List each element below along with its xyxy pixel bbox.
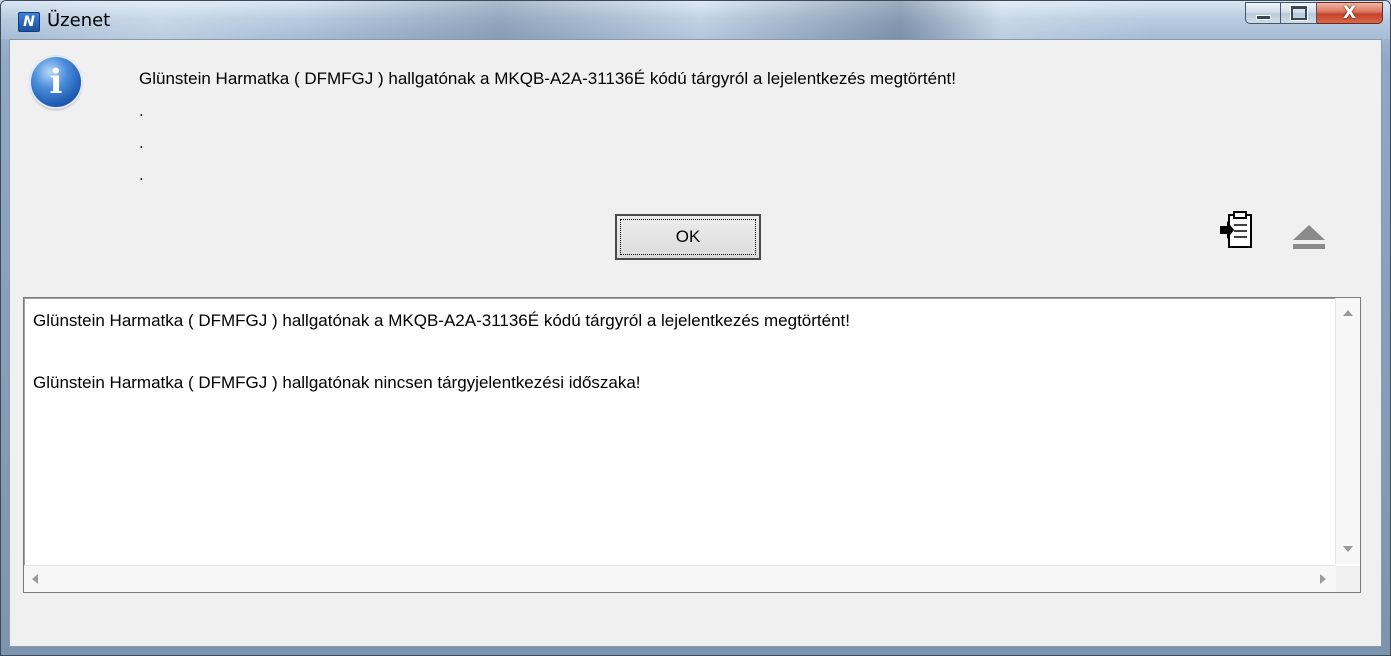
message-text: Glünstein Harmatka ( DFMFGJ ) hallgatóna… [139,63,956,191]
message-line: . [139,133,144,152]
info-icon: i [31,57,81,107]
ok-button[interactable]: OK [615,214,761,260]
log-line: Glünstein Harmatka ( DFMFGJ ) hallgatóna… [33,311,850,330]
scrollbar-corner [1336,566,1360,592]
caption-buttons: X [1245,2,1383,24]
scroll-right-icon[interactable] [1320,574,1326,584]
message-line: Glünstein Harmatka ( DFMFGJ ) hallgatóna… [139,69,956,88]
message-dialog: N Üzenet X i Glünstein Harmatka ( DFMFGJ… [0,0,1391,656]
app-icon: N [18,12,40,32]
window-title: Üzenet [47,10,111,31]
message-line: . [139,165,144,184]
horizontal-scrollbar[interactable] [24,565,1336,592]
close-button[interactable]: X [1317,2,1383,24]
scroll-up-icon[interactable] [1343,310,1353,316]
message-log[interactable]: Glünstein Harmatka ( DFMFGJ ) hallgatóna… [23,297,1361,593]
minimize-icon [1255,14,1271,20]
ok-button-label: OK [620,219,756,255]
minimize-button[interactable] [1245,2,1281,24]
message-line: . [139,101,144,120]
maximize-button[interactable] [1281,2,1317,24]
eject-icon[interactable] [1290,222,1328,252]
close-icon: X [1342,3,1357,23]
clipboard-copy-icon[interactable] [1220,210,1254,250]
log-lines: Glünstein Harmatka ( DFMFGJ ) hallgatóna… [33,306,850,398]
maximize-icon [1290,6,1307,20]
scroll-left-icon[interactable] [32,574,38,584]
title-bar[interactable]: N Üzenet X [1,1,1390,39]
log-line: Glünstein Harmatka ( DFMFGJ ) hallgatóna… [33,373,641,392]
scroll-down-icon[interactable] [1343,546,1353,552]
vertical-scrollbar[interactable] [1335,298,1360,564]
